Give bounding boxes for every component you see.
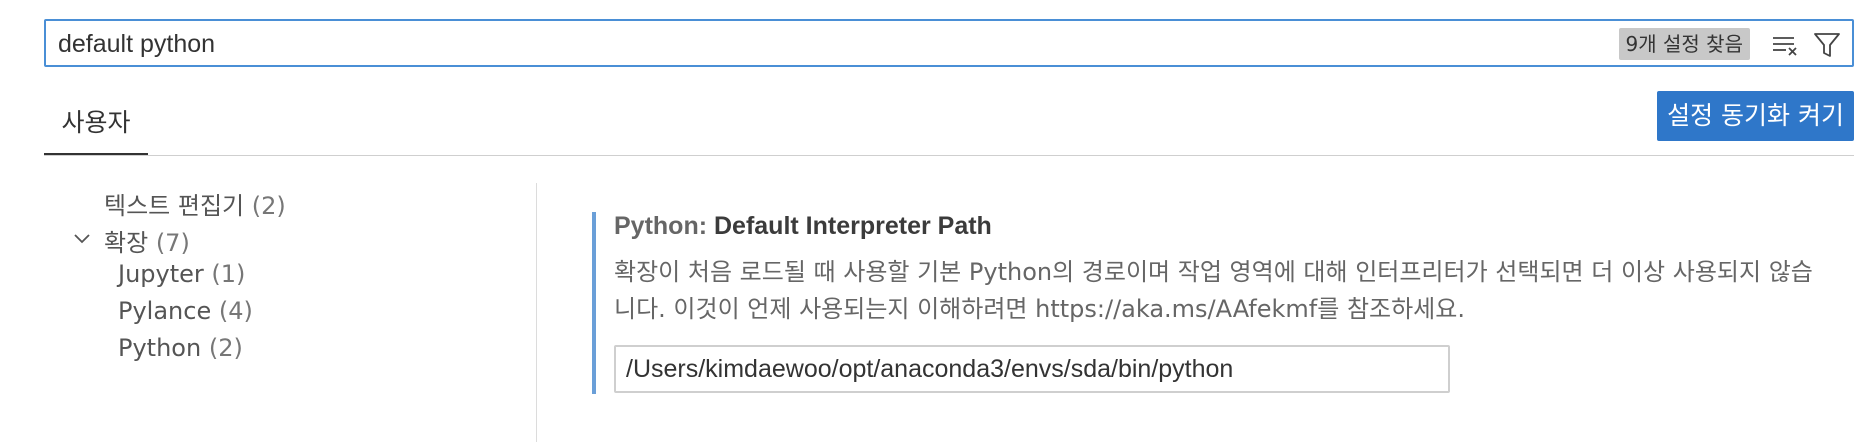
toc-item-count: (7) xyxy=(155,229,190,257)
toc-item-label: Jupyter xyxy=(118,260,204,288)
search-result-count-badge: 9개 설정 찾음 xyxy=(1618,28,1750,60)
toc-item-pylance[interactable]: Pylance (4) xyxy=(118,297,253,325)
settings-tab-bar: 사용자 설정 동기화 켜기 xyxy=(44,89,1854,156)
filter-icon[interactable] xyxy=(1812,30,1844,60)
toc-item-count: (1) xyxy=(211,260,246,288)
tab-user[interactable]: 사용자 xyxy=(44,89,148,155)
toc-item-count: (2) xyxy=(251,192,286,220)
setting-description: 확장이 처음 로드될 때 사용할 기본 Python의 경로이며 작업 영역에 … xyxy=(614,258,1813,323)
settings-search-box[interactable]: 9개 설정 찾음 xyxy=(44,19,1854,67)
setting-default-interpreter-path: Python: Default Interpreter Path 확장이 처음 … xyxy=(592,212,1856,394)
toc-item-extensions[interactable]: 확장 (7) xyxy=(72,223,372,257)
setting-name: Default Interpreter Path xyxy=(714,212,992,240)
default-interpreter-path-input[interactable] xyxy=(614,345,1450,393)
toc-item-label: 확장 xyxy=(104,229,149,257)
clear-filter-icon[interactable] xyxy=(1770,30,1802,60)
toc-item-python[interactable]: Python (2) xyxy=(118,334,243,362)
turn-on-settings-sync-button[interactable]: 설정 동기화 켜기 xyxy=(1657,91,1854,141)
toc-item-label: Pylance xyxy=(118,297,212,325)
chevron-down-icon[interactable] xyxy=(72,229,92,249)
toc-item-jupyter[interactable]: Jupyter (1) xyxy=(118,260,245,288)
setting-category: Python: xyxy=(614,212,714,240)
toc-item-count: (2) xyxy=(208,334,243,362)
setting-title: Python: Default Interpreter Path xyxy=(614,212,992,241)
toc-item-label: Python xyxy=(118,334,202,362)
toc-divider xyxy=(536,183,537,442)
toc-item-count: (4) xyxy=(218,297,253,325)
settings-search-input[interactable] xyxy=(58,30,1358,58)
toc-item-label: 텍스트 편집기 xyxy=(104,192,245,220)
toc-item-text-editor[interactable]: 텍스트 편집기 (2) xyxy=(104,186,286,221)
